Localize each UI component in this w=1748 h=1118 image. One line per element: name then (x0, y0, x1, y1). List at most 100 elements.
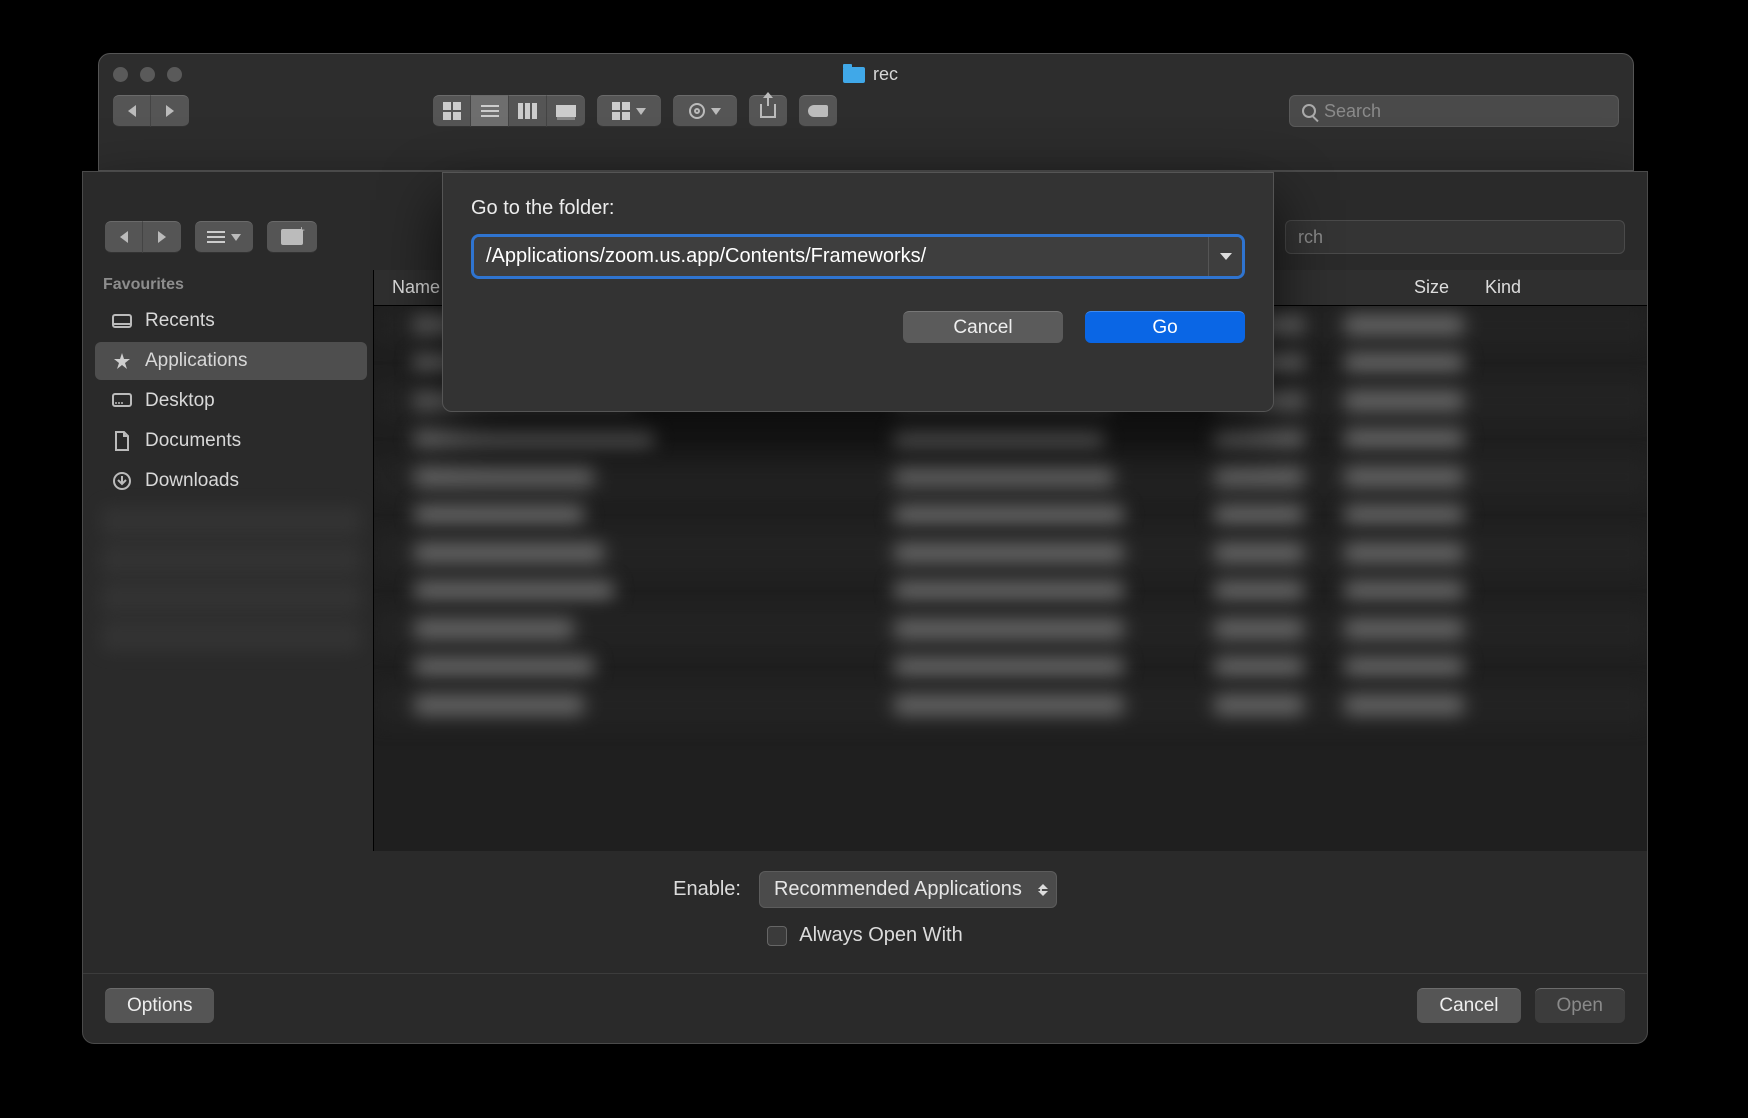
back-button[interactable] (105, 221, 143, 253)
sidebar-item-blurred (101, 506, 361, 538)
open-dialog-footer: Options Cancel Open (83, 973, 1647, 1043)
view-gallery-button[interactable] (547, 95, 585, 127)
downloads-icon (111, 472, 133, 490)
finder-window: rec (98, 53, 1634, 171)
view-mode-buttons (433, 95, 585, 127)
select-arrows-icon (1038, 884, 1048, 896)
new-folder-button[interactable] (267, 221, 317, 253)
applications-icon (111, 352, 133, 370)
goto-buttons: Cancel Go (471, 311, 1245, 343)
back-button[interactable] (113, 95, 151, 127)
grid-icon (443, 102, 461, 120)
sidebar-item-blurred (101, 582, 361, 614)
enable-label: Enable: (673, 878, 741, 901)
documents-icon (111, 432, 133, 450)
forward-button[interactable] (151, 95, 189, 127)
column-kind[interactable]: Kind (1467, 277, 1647, 298)
gallery-icon (556, 105, 576, 117)
finder-search[interactable]: Search (1289, 95, 1619, 127)
view-column-button[interactable] (509, 95, 547, 127)
table-row (374, 458, 1647, 496)
nav-buttons (105, 221, 181, 253)
view-menu-button[interactable] (195, 221, 253, 253)
chevron-left-icon (128, 105, 136, 117)
list-icon (207, 231, 225, 243)
sidebar-item-recents[interactable]: Recents (95, 302, 367, 340)
always-open-label: Always Open With (799, 924, 962, 947)
view-icon-button[interactable] (433, 95, 471, 127)
always-open-checkbox[interactable] (767, 926, 787, 946)
tags-button[interactable] (799, 95, 837, 127)
zoom-icon[interactable] (167, 67, 182, 82)
table-row (374, 572, 1647, 610)
sidebar-item-label: Downloads (145, 470, 239, 492)
arrange-button[interactable] (597, 95, 661, 127)
table-row (374, 496, 1647, 534)
search-icon (1302, 104, 1316, 118)
sidebar-item-desktop[interactable]: Desktop (95, 382, 367, 420)
tag-icon (808, 105, 828, 117)
nav-buttons (113, 95, 189, 127)
table-row (374, 610, 1647, 648)
goto-go-button[interactable]: Go (1085, 311, 1245, 343)
gear-icon (689, 103, 705, 119)
sidebar-item-label: Documents (145, 430, 241, 452)
sidebar-item-blurred (101, 544, 361, 576)
finder-toolbar: Search (99, 89, 1633, 137)
tags-button-group (799, 95, 837, 127)
enable-select[interactable]: Recommended Applications (759, 871, 1057, 908)
minimize-icon[interactable] (140, 67, 155, 82)
share-button-group (749, 95, 787, 127)
window-title-text: rec (873, 64, 898, 85)
goto-input-wrap (471, 234, 1245, 279)
enable-value: Recommended Applications (774, 878, 1022, 900)
goto-history-dropdown[interactable] (1208, 237, 1242, 276)
sidebar: Favourites Recents Applications Desktop (83, 270, 373, 851)
sidebar-item-downloads[interactable]: Downloads (95, 462, 367, 500)
action-button-group (673, 95, 737, 127)
columns-icon (518, 103, 537, 119)
sidebar-item-blurred (101, 620, 361, 652)
sidebar-item-label: Recents (145, 310, 215, 332)
sidebar-item-label: Applications (145, 350, 247, 372)
close-icon[interactable] (113, 67, 128, 82)
cancel-button[interactable]: Cancel (1417, 988, 1520, 1023)
window-title: rec (190, 64, 1551, 85)
view-list-button[interactable] (471, 95, 509, 127)
folder-icon (843, 67, 865, 83)
sidebar-heading: Favourites (89, 270, 373, 300)
new-folder-icon (281, 229, 303, 245)
chevron-down-icon (711, 108, 721, 115)
open-dialog-options: Enable: Recommended Applications Always … (83, 851, 1647, 973)
chevron-left-icon (120, 231, 128, 243)
chevron-right-icon (158, 231, 166, 243)
share-icon (760, 104, 776, 118)
open-dialog-search[interactable]: rch (1285, 220, 1625, 254)
arrange-button-group (597, 95, 661, 127)
new-folder-group (267, 221, 317, 253)
table-row (374, 686, 1647, 724)
goto-folder-dialog: Go to the folder: Cancel Go (442, 172, 1274, 412)
chevron-down-icon (636, 108, 646, 115)
column-size[interactable]: Size (1297, 277, 1467, 298)
chevron-down-icon (1220, 253, 1232, 260)
always-open-row: Always Open With (767, 924, 962, 947)
table-row (374, 534, 1647, 572)
enable-row: Enable: Recommended Applications (673, 871, 1057, 908)
finder-titlebar: rec (99, 54, 1633, 89)
goto-path-input[interactable] (474, 237, 1208, 276)
sidebar-item-documents[interactable]: Documents (95, 422, 367, 460)
share-button[interactable] (749, 95, 787, 127)
recents-icon (111, 312, 133, 330)
search-placeholder: rch (1298, 227, 1323, 248)
list-icon (481, 105, 499, 117)
open-button[interactable]: Open (1535, 988, 1625, 1023)
options-button[interactable]: Options (105, 988, 214, 1023)
sidebar-item-label: Desktop (145, 390, 215, 412)
desktop-icon (111, 392, 133, 410)
goto-cancel-button[interactable]: Cancel (903, 311, 1063, 343)
action-button[interactable] (673, 95, 737, 127)
forward-button[interactable] (143, 221, 181, 253)
sidebar-item-applications[interactable]: Applications (95, 342, 367, 380)
arrange-icon (612, 102, 630, 120)
